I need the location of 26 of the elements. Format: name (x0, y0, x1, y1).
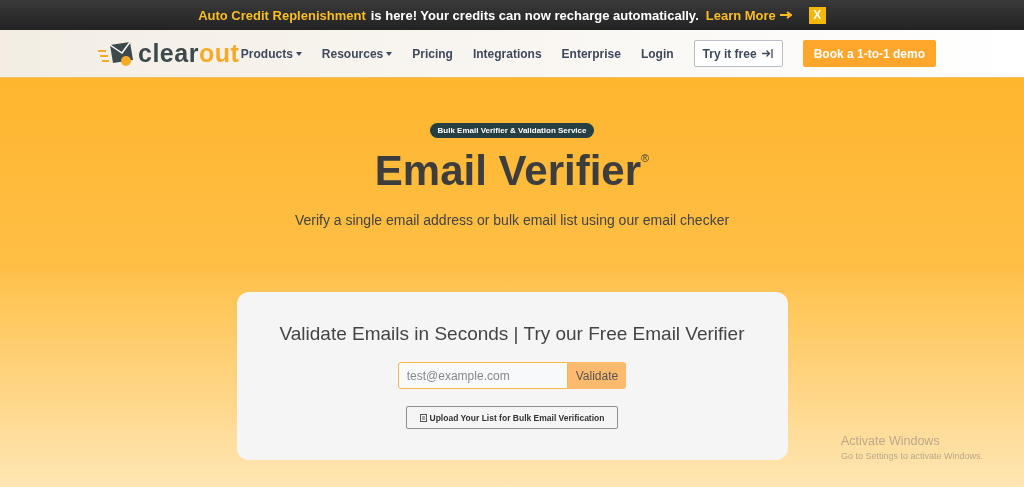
activation-text: Go to Settings to activate Windows. (841, 451, 984, 461)
validate-button[interactable]: Validate (567, 362, 627, 390)
page-title: Email Verifier$^{®}$ (374, 148, 650, 195)
file-icon (419, 413, 427, 422)
nav-link[interactable]: Resources (321, 46, 393, 61)
arrow-right-icon (779, 11, 792, 19)
nav-link[interactable]: Products (240, 46, 302, 61)
learn-more-link[interactable]: Learn More (705, 7, 792, 23)
nav-link[interactable]: Pricing (412, 46, 453, 61)
announcement-text: is here! Your credits can now recharge automatically. (370, 7, 699, 23)
activation-title: Activate Windows (841, 434, 941, 448)
email-input-field[interactable]: test@example.com (397, 362, 568, 390)
nav-link[interactable]: Enterprise (561, 46, 621, 61)
upload-list-button[interactable]: Upload Your List for Bulk Email Verification (406, 406, 618, 430)
sign-in-icon (761, 48, 774, 59)
nav-link[interactable]: Integrations (472, 46, 542, 61)
envelope-logo-icon (98, 40, 134, 67)
category-badge: Bulk Email Verifier & Validation Service (429, 123, 595, 138)
try-free-button[interactable]: Try it free (693, 40, 783, 67)
page-subtitle: Verify a single email address or bulk email list using our email checker (294, 212, 730, 229)
caret-icon (386, 51, 393, 56)
logo-text[interactable]: clearout (138, 39, 240, 68)
announcement-highlight: Auto Credit Replenishment (198, 7, 366, 23)
caret-icon (295, 51, 302, 56)
nav-link[interactable]: Login (640, 46, 674, 61)
card-heading: Validate Emails in Seconds | Try our Free Email Verifier (279, 323, 745, 346)
